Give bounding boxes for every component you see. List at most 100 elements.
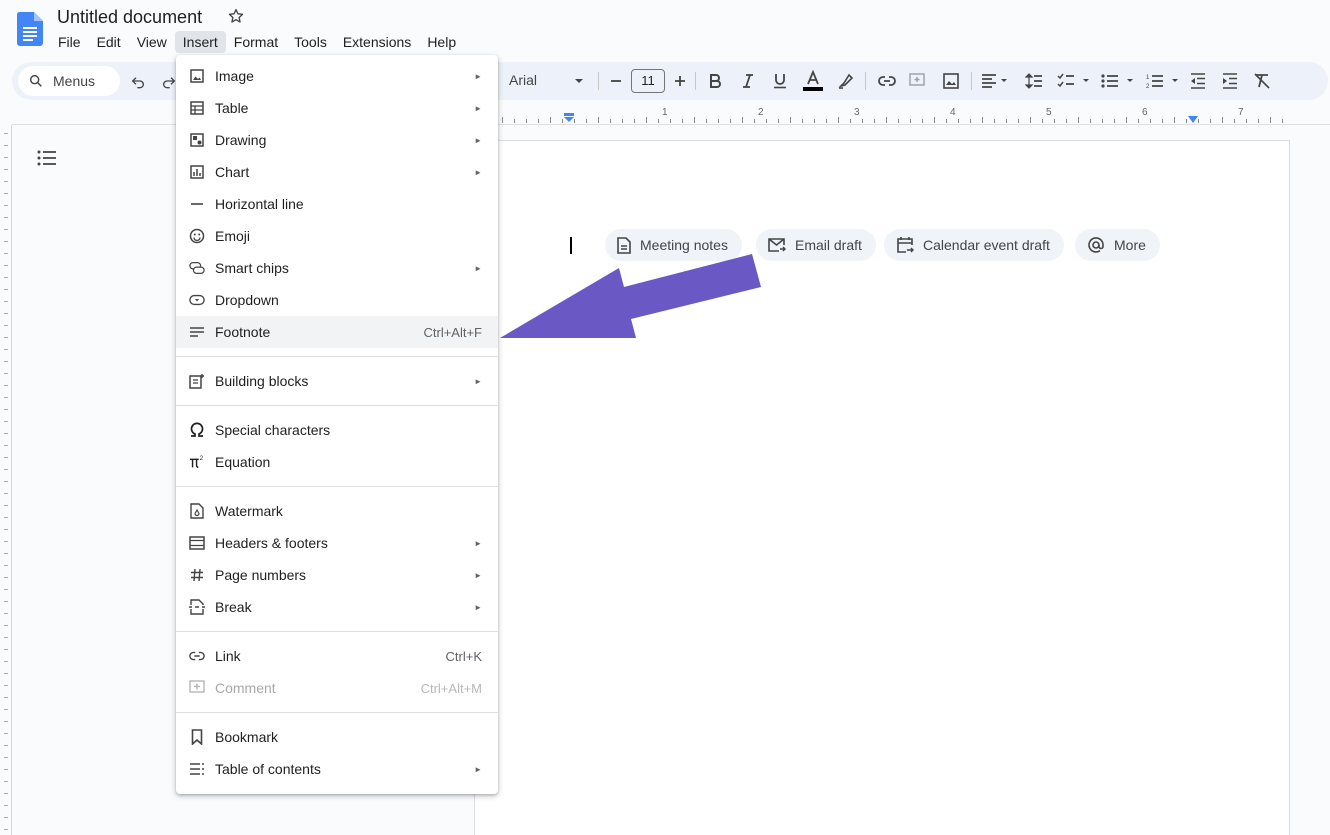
menus-search-button[interactable]: Menus <box>18 66 120 96</box>
menu-format[interactable]: Format <box>226 31 286 53</box>
clear-formatting-icon[interactable] <box>1254 71 1270 91</box>
menu-item-label: Bookmark <box>215 729 279 745</box>
menu-item-label: Smart chips <box>215 260 289 276</box>
ruler-tick <box>682 119 683 123</box>
menu-item-drawing[interactable]: Drawing ► <box>176 124 498 156</box>
menu-separator <box>176 712 498 713</box>
line-spacing-icon[interactable] <box>1025 71 1043 91</box>
increase-indent-icon[interactable] <box>1222 71 1238 91</box>
document-title[interactable]: Untitled document <box>57 7 202 28</box>
ruler-tick <box>1090 119 1091 123</box>
chip-meeting-notes[interactable]: Meeting notes <box>605 229 742 261</box>
bold-icon[interactable] <box>709 71 721 91</box>
horizontal-ruler[interactable]: 1 2 3 4 5 6 7 <box>498 105 1290 125</box>
vertical-ruler[interactable] <box>0 125 12 835</box>
ruler-tick <box>4 217 8 218</box>
menu-item-table[interactable]: Table ► <box>176 92 498 124</box>
align-icon[interactable] <box>981 71 1009 91</box>
docs-logo-icon[interactable] <box>17 12 43 46</box>
menu-item-smart-chips[interactable]: Smart chips ► <box>176 252 498 284</box>
menu-edit[interactable]: Edit <box>89 31 129 53</box>
insert-link-icon[interactable] <box>878 71 896 91</box>
menu-item-page-numbers[interactable]: Page numbers ► <box>176 559 498 591</box>
add-comment-icon[interactable] <box>909 71 925 91</box>
menu-item-label: Dropdown <box>215 292 279 308</box>
menu-item-chart[interactable]: Chart ► <box>176 156 498 188</box>
ruler-tick <box>598 117 599 123</box>
ruler-tick <box>586 119 587 123</box>
pi-icon: 2 <box>189 454 205 470</box>
ruler-tick <box>1210 119 1211 123</box>
ruler-tick <box>610 119 611 123</box>
ruler-tick <box>922 119 923 123</box>
ruler-number: 7 <box>1238 107 1244 118</box>
font-dropdown-icon[interactable] <box>574 73 584 91</box>
highlight-color-icon[interactable] <box>838 71 854 91</box>
document-outline-icon[interactable] <box>37 149 57 172</box>
menu-item-building-blocks[interactable]: Building blocks ► <box>176 365 498 397</box>
menu-item-link[interactable]: Link Ctrl+K <box>176 640 498 672</box>
redo-icon[interactable] <box>161 71 177 91</box>
menu-extensions[interactable]: Extensions <box>335 31 419 53</box>
menu-help[interactable]: Help <box>419 31 464 53</box>
menu-item-horizontal-line[interactable]: Horizontal line <box>176 188 498 220</box>
menu-item-label: Building blocks <box>215 373 309 389</box>
checklist-icon[interactable] <box>1057 71 1093 91</box>
decrease-indent-icon[interactable] <box>1190 71 1206 91</box>
menu-item-break[interactable]: Break ► <box>176 591 498 623</box>
increase-font-size-icon[interactable] <box>674 71 686 91</box>
menu-item-footnote[interactable]: Footnote Ctrl+Alt+F <box>176 316 498 348</box>
insert-menu-dropdown: Image ► Table ► Drawing ► Chart ► Horizontal lin… <box>176 55 498 794</box>
chip-email-draft[interactable]: Email draft <box>756 229 876 261</box>
menu-item-image[interactable]: Image ► <box>176 60 498 92</box>
font-size-input[interactable]: 11 <box>631 69 665 93</box>
menu-insert[interactable]: Insert <box>174 31 226 53</box>
comment-icon <box>189 680 205 696</box>
ruler-tick <box>766 119 767 123</box>
star-icon[interactable] <box>227 7 245 30</box>
table-icon <box>189 100 205 116</box>
ruler-tick <box>4 805 8 806</box>
ruler-tick <box>1138 119 1139 123</box>
underline-icon[interactable] <box>773 71 787 91</box>
menu-tools[interactable]: Tools <box>286 31 335 53</box>
chip-more[interactable]: More <box>1075 229 1160 261</box>
italic-icon[interactable] <box>742 71 754 91</box>
text-cursor <box>570 237 572 254</box>
menu-item-comment[interactable]: Comment Ctrl+Alt+M <box>176 672 498 704</box>
bulleted-list-icon[interactable] <box>1101 71 1137 91</box>
ruler-tick <box>898 119 899 123</box>
undo-icon[interactable] <box>130 71 146 91</box>
table-of-contents-icon <box>189 761 205 777</box>
menu-item-special-characters[interactable]: Special characters <box>176 414 498 446</box>
document-page[interactable] <box>474 140 1290 835</box>
ruler-tick <box>718 119 719 123</box>
ruler-tick <box>958 119 959 123</box>
ruler-tick <box>4 169 8 170</box>
text-color-icon[interactable] <box>802 70 824 91</box>
submenu-arrow-icon: ► <box>474 103 482 113</box>
insert-image-icon[interactable] <box>943 71 959 91</box>
menu-item-headers-footers[interactable]: Headers & footers ► <box>176 527 498 559</box>
submenu-arrow-icon: ► <box>474 764 482 774</box>
ruler-tick <box>1162 119 1163 123</box>
ruler-tick <box>4 325 8 326</box>
chip-calendar-event-draft[interactable]: Calendar event draft <box>884 229 1064 261</box>
numbered-list-icon[interactable]: 12 <box>1146 71 1182 91</box>
ruler-tick <box>1114 119 1115 123</box>
ruler-tick <box>514 119 515 123</box>
font-family-select[interactable]: Arial <box>509 72 537 88</box>
ruler-tick <box>4 517 8 518</box>
menu-item-emoji[interactable]: Emoji <box>176 220 498 252</box>
menu-item-watermark[interactable]: Watermark <box>176 495 498 527</box>
menu-view[interactable]: View <box>129 31 175 53</box>
menu-item-table-of-contents[interactable]: Table of contents ► <box>176 753 498 785</box>
ruler-number: 4 <box>950 107 956 118</box>
ruler-tick <box>4 745 8 746</box>
decrease-font-size-icon[interactable] <box>610 71 622 91</box>
menu-item-bookmark[interactable]: Bookmark <box>176 721 498 753</box>
menu-item-dropdown[interactable]: Dropdown <box>176 284 498 316</box>
ruler-tick <box>1078 117 1079 123</box>
menu-file[interactable]: File <box>50 31 89 53</box>
menu-item-equation[interactable]: 2 Equation <box>176 446 498 478</box>
